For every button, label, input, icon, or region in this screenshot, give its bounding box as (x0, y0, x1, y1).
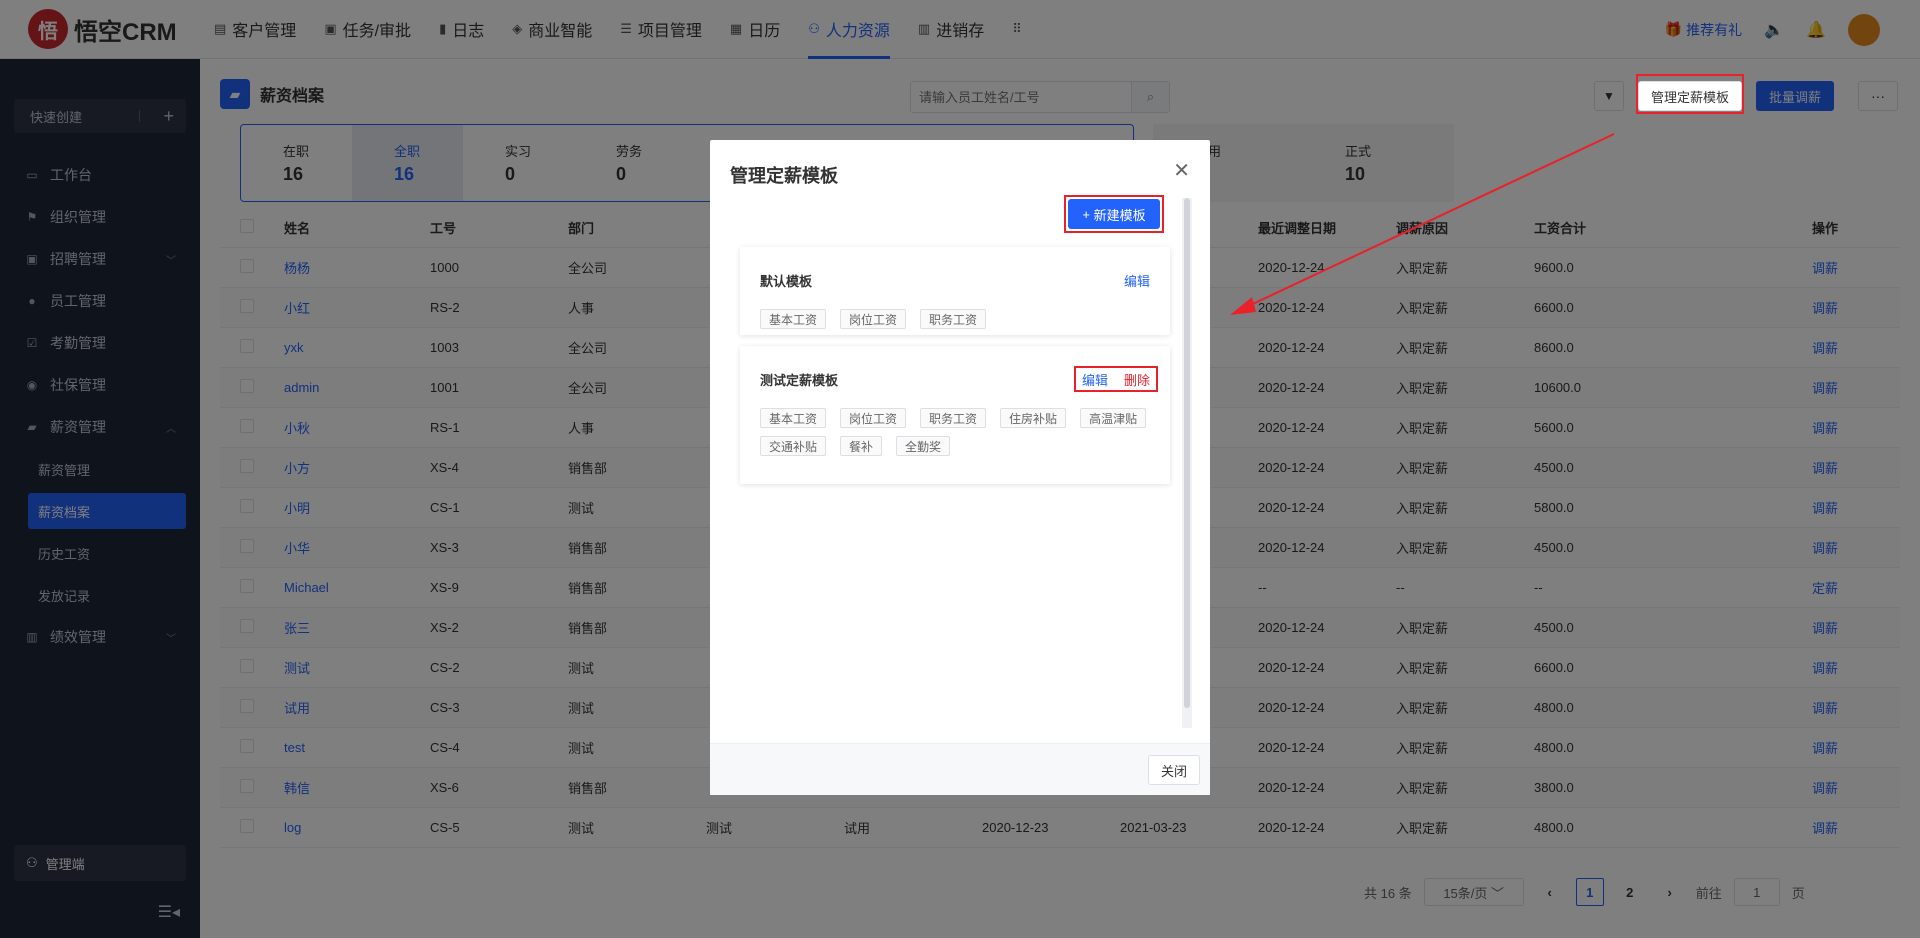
salary-item-tag: 交通补贴 (760, 436, 827, 456)
salary-item-tag: 职务工资 (920, 408, 987, 428)
salary-item-tag: 全勤奖 (896, 436, 951, 456)
template-name: 测试定薪模板 (760, 373, 839, 388)
salary-item-tag: 高温津贴 (1080, 408, 1147, 428)
close-icon[interactable]: ✕ (1173, 158, 1190, 183)
close-button[interactable]: 关闭 (1147, 755, 1200, 785)
highlight-box (1074, 366, 1158, 392)
salary-item-tag: 岗位工资 (840, 408, 907, 428)
salary-item-tag: 基本工资 (760, 408, 827, 428)
template-tags: 基本工资 岗位工资 职务工资 住房补贴 高温津贴交通补贴 餐补 全勤奖 (760, 408, 1160, 456)
template-card: 默认模板 编辑 基本工资 岗位工资 职务工资 (740, 247, 1170, 335)
dialog-title: 管理定薪模板 (730, 166, 838, 186)
scrollbar-thumb[interactable] (1184, 198, 1190, 708)
template-tags: 基本工资 岗位工资 职务工资 (760, 309, 1160, 329)
salary-item-tag: 岗位工资 (840, 309, 907, 329)
template-card: 测试定薪模板 编辑 删除 基本工资 岗位工资 职务工资 住房补贴 高温津贴 交通补贴 餐补全… (740, 346, 1170, 484)
salary-item-tag: 住房补贴 (1000, 408, 1067, 428)
salary-item-tag: 职务工资 (920, 309, 987, 329)
dialog-footer: 关闭 (710, 743, 1210, 795)
salary-item-tag: 餐补 (840, 436, 883, 456)
template-name: 默认模板 (760, 274, 813, 289)
highlight-box (1064, 195, 1164, 233)
highlight-box (1636, 74, 1744, 114)
manage-template-dialog: 管理定薪模板 ✕ + 新建模板 默认模板 编辑 基本工资 岗位工资 职务工资 测试定… (710, 140, 1210, 795)
edit-link[interactable]: 编辑 (1124, 271, 1150, 290)
salary-item-tag: 基本工资 (760, 309, 827, 329)
